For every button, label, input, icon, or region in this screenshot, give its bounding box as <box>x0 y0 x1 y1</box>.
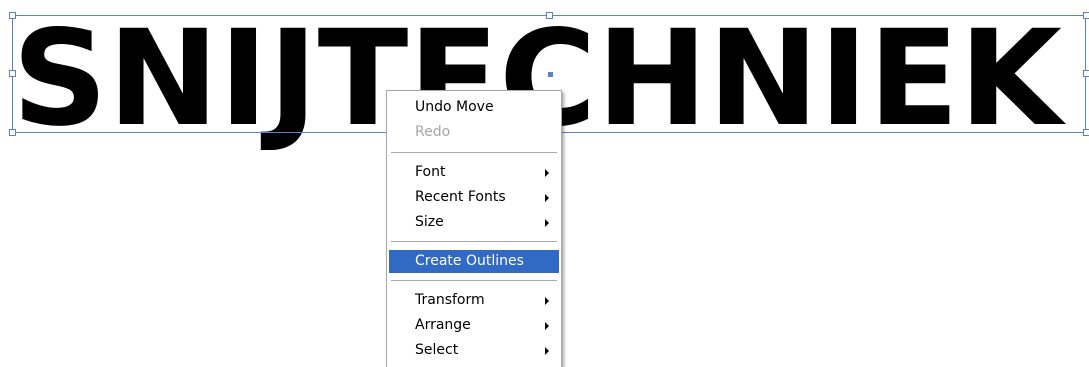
menu-item-size[interactable]: Size <box>389 211 559 234</box>
handle-top-right[interactable] <box>1083 12 1089 19</box>
menu-item-arrange[interactable]: Arrange <box>389 314 559 337</box>
menu-item-label: Select <box>415 342 459 358</box>
menu-separator <box>391 241 557 243</box>
selection-center-point <box>548 72 553 77</box>
menu-item-select[interactable]: Select <box>389 339 559 362</box>
menu-item-redo: Redo <box>389 121 559 144</box>
submenu-arrow-icon <box>545 347 549 355</box>
menu-item-label: Recent Fonts <box>415 189 506 205</box>
menu-item-recent-fonts[interactable]: Recent Fonts <box>389 186 559 209</box>
menu-item-label: Undo Move <box>415 99 494 115</box>
menu-item-label: Transform <box>415 292 485 308</box>
menu-item-label: Create Outlines <box>415 253 524 269</box>
menu-item-label: Redo <box>415 124 451 140</box>
submenu-arrow-icon <box>545 322 549 330</box>
submenu-arrow-icon <box>545 169 549 177</box>
handle-middle-right[interactable] <box>1083 70 1089 77</box>
menu-item-label: Font <box>415 164 446 180</box>
handle-bottom-left[interactable] <box>9 129 16 136</box>
submenu-arrow-icon <box>545 194 549 202</box>
menu-item-font[interactable]: Font <box>389 161 559 184</box>
menu-item-label: Arrange <box>415 317 471 333</box>
handle-bottom-right[interactable] <box>1083 129 1089 136</box>
menu-separator <box>391 280 557 282</box>
handle-top-left[interactable] <box>9 12 16 19</box>
submenu-arrow-icon <box>545 219 549 227</box>
menu-item-undo-move[interactable]: Undo Move <box>389 96 559 119</box>
menu-item-label: Size <box>415 214 444 230</box>
menu-item-transform[interactable]: Transform <box>389 289 559 312</box>
context-menu: Undo Move Redo Font Recent Fonts Size Cr… <box>386 90 562 367</box>
menu-separator <box>391 152 557 154</box>
submenu-arrow-icon <box>545 297 549 305</box>
handle-top-center[interactable] <box>546 12 553 19</box>
handle-middle-left[interactable] <box>9 70 16 77</box>
menu-item-create-outlines[interactable]: Create Outlines <box>389 250 559 273</box>
